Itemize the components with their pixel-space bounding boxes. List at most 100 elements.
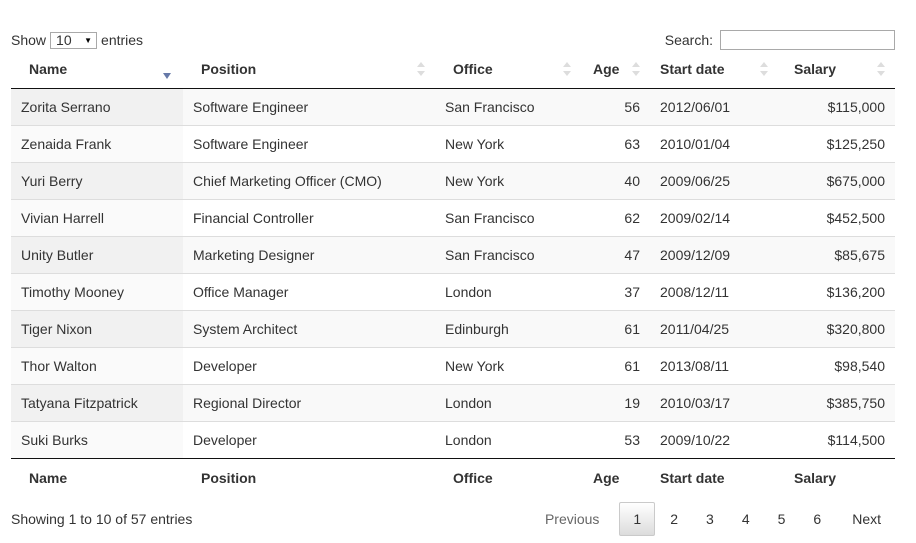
cell-position: System Architect bbox=[183, 309, 435, 347]
cell-name: Unity Butler bbox=[11, 235, 183, 273]
page-button-2[interactable]: 2 bbox=[657, 503, 691, 535]
cell-age: 62 bbox=[581, 198, 650, 236]
cell-position: Financial Controller bbox=[183, 198, 435, 236]
cell-salary: $114,500 bbox=[778, 420, 895, 458]
table-row: Timothy Mooney Office Manager London 37 2008… bbox=[11, 272, 895, 310]
cell-name: Timothy Mooney bbox=[11, 272, 183, 310]
cell-age: 47 bbox=[581, 235, 650, 273]
cell-salary: $125,250 bbox=[778, 124, 895, 162]
employee-table: Name Position Office Age Start date Sala… bbox=[11, 51, 895, 498]
cell-name: Zorita Serrano bbox=[11, 88, 183, 125]
cell-salary: $452,500 bbox=[778, 198, 895, 236]
header-start-date[interactable]: Start date bbox=[650, 51, 778, 89]
cell-start-date: 2009/12/09 bbox=[650, 235, 778, 273]
header-name[interactable]: Name bbox=[11, 51, 183, 89]
cell-age: 63 bbox=[581, 124, 650, 162]
page-button-6[interactable]: 6 bbox=[800, 503, 834, 535]
next-button[interactable]: Next bbox=[836, 503, 895, 535]
search-label: Search: bbox=[664, 32, 713, 48]
cell-age: 61 bbox=[581, 346, 650, 384]
sort-both-icon bbox=[760, 62, 768, 77]
cell-age: 37 bbox=[581, 272, 650, 310]
cell-office: San Francisco bbox=[435, 198, 581, 236]
footer-position: Position bbox=[183, 457, 435, 498]
cell-name: Suki Burks bbox=[11, 420, 183, 458]
header-office[interactable]: Office bbox=[435, 51, 581, 89]
table-row: Suki Burks Developer London 53 2009/10/22 $11… bbox=[11, 420, 895, 458]
length-select[interactable]: 10 ▼ bbox=[50, 31, 98, 49]
cell-position: Office Manager bbox=[183, 272, 435, 310]
page-button-4[interactable]: 4 bbox=[729, 503, 763, 535]
cell-start-date: 2010/01/04 bbox=[650, 124, 778, 162]
page-button-1[interactable]: 1 bbox=[619, 502, 656, 536]
cell-position: Software Engineer bbox=[183, 88, 435, 125]
table-row: Tatyana Fitzpatrick Regional Director Lond… bbox=[11, 383, 895, 421]
sort-both-icon bbox=[877, 62, 885, 77]
cell-age: 40 bbox=[581, 161, 650, 199]
cell-position: Regional Director bbox=[183, 383, 435, 421]
table-row: Zorita Serrano Software Engineer San Franc… bbox=[11, 88, 895, 125]
sort-both-icon bbox=[417, 62, 425, 77]
page-button-3[interactable]: 3 bbox=[693, 503, 727, 535]
cell-start-date: 2009/10/22 bbox=[650, 420, 778, 458]
table-row: Yuri Berry Chief Marketing Officer (CMO) N… bbox=[11, 161, 895, 199]
footer-name: Name bbox=[11, 457, 183, 498]
cell-position: Chief Marketing Officer (CMO) bbox=[183, 161, 435, 199]
sort-both-icon bbox=[563, 62, 571, 77]
page-button-5[interactable]: 5 bbox=[765, 503, 799, 535]
cell-salary: $385,750 bbox=[778, 383, 895, 421]
cell-name: Tatyana Fitzpatrick bbox=[11, 383, 183, 421]
cell-salary: $320,800 bbox=[778, 309, 895, 347]
header-position[interactable]: Position bbox=[183, 51, 435, 89]
cell-name: Thor Walton bbox=[11, 346, 183, 384]
cell-name: Vivian Harrell bbox=[11, 198, 183, 236]
cell-start-date: 2012/06/01 bbox=[650, 88, 778, 125]
table-info: Showing 1 to 10 of 57 entries bbox=[11, 511, 193, 527]
cell-office: New York bbox=[435, 346, 581, 384]
cell-office: San Francisco bbox=[435, 235, 581, 273]
cell-position: Developer bbox=[183, 420, 435, 458]
length-entries-label: entries bbox=[101, 32, 144, 48]
cell-salary: $136,200 bbox=[778, 272, 895, 310]
length-select-value: 10 bbox=[56, 32, 72, 48]
table-row: Vivian Harrell Financial Controller San Fr… bbox=[11, 198, 895, 236]
cell-salary: $98,540 bbox=[778, 346, 895, 384]
cell-office: San Francisco bbox=[435, 88, 581, 125]
cell-start-date: 2010/03/17 bbox=[650, 383, 778, 421]
cell-salary: $115,000 bbox=[778, 88, 895, 125]
cell-name: Zenaida Frank bbox=[11, 124, 183, 162]
cell-age: 56 bbox=[581, 88, 650, 125]
cell-salary: $675,000 bbox=[778, 161, 895, 199]
cell-office: New York bbox=[435, 124, 581, 162]
page-buttons: 123456 bbox=[617, 502, 834, 536]
length-show-label: Show bbox=[11, 32, 47, 48]
cell-office: London bbox=[435, 383, 581, 421]
cell-age: 19 bbox=[581, 383, 650, 421]
search-control: Search: bbox=[665, 29, 895, 51]
footer-start-date: Start date bbox=[650, 457, 778, 498]
header-salary[interactable]: Salary bbox=[778, 51, 895, 89]
header-row: Name Position Office Age Start date Sala… bbox=[11, 51, 895, 89]
table-row: Unity Butler Marketing Designer San Franci… bbox=[11, 235, 895, 273]
sort-both-icon bbox=[632, 62, 640, 77]
pagination: Previous 123456 Next bbox=[530, 502, 895, 536]
header-age[interactable]: Age bbox=[581, 51, 650, 89]
footer-age: Age bbox=[581, 457, 650, 498]
cell-name: Yuri Berry bbox=[11, 161, 183, 199]
cell-start-date: 2011/04/25 bbox=[650, 309, 778, 347]
cell-start-date: 2009/02/14 bbox=[650, 198, 778, 236]
cell-position: Marketing Designer bbox=[183, 235, 435, 273]
footer-office: Office bbox=[435, 457, 581, 498]
table-body: Zorita Serrano Software Engineer San Franc… bbox=[11, 88, 895, 458]
table-row: Tiger Nixon System Architect Edinburgh 61 20… bbox=[11, 309, 895, 347]
length-control: Show 10 ▼ entries bbox=[11, 30, 143, 50]
cell-position: Developer bbox=[183, 346, 435, 384]
cell-age: 53 bbox=[581, 420, 650, 458]
table-row: Thor Walton Developer New York 61 2013/08/11… bbox=[11, 346, 895, 384]
cell-office: New York bbox=[435, 161, 581, 199]
sort-desc-icon bbox=[163, 73, 171, 79]
search-input[interactable] bbox=[720, 30, 895, 50]
cell-office: London bbox=[435, 272, 581, 310]
previous-button[interactable]: Previous bbox=[532, 503, 617, 535]
cell-position: Software Engineer bbox=[183, 124, 435, 162]
